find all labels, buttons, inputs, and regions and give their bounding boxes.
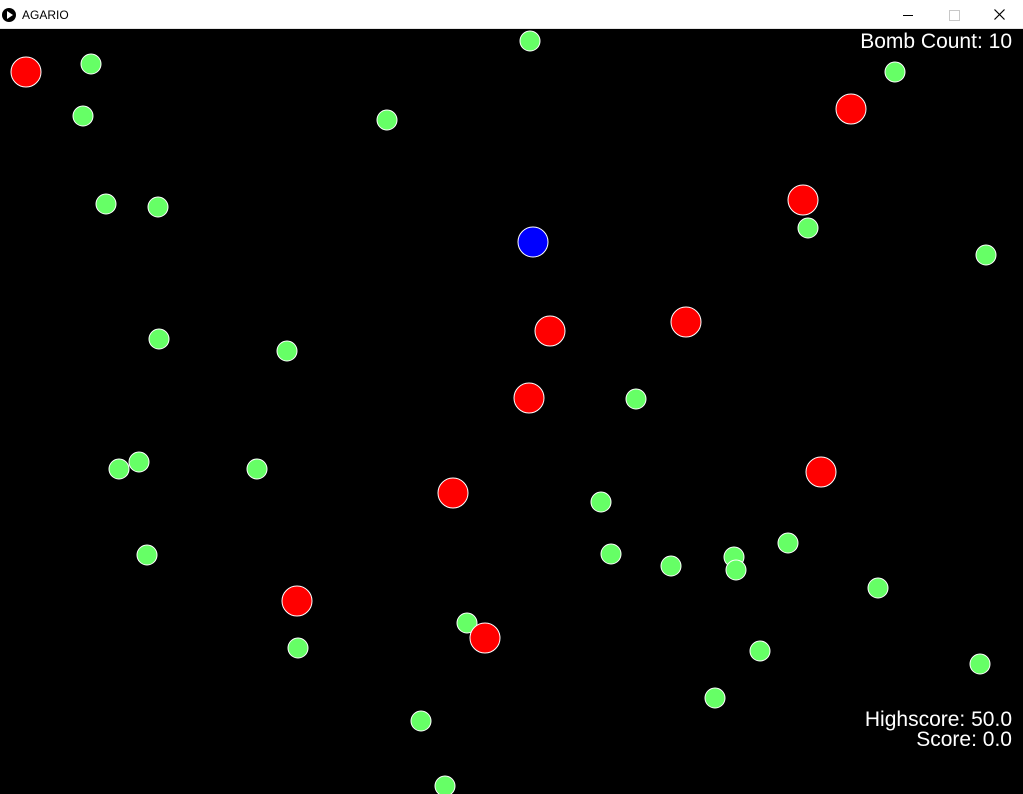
bomb-count-value: 10: [988, 30, 1012, 53]
window-title: AGARIO: [22, 8, 69, 22]
food-pellet: [376, 109, 398, 131]
game-window: AGARIO Bomb Count: 10 Highscore: 50.0 Sc…: [0, 0, 1023, 794]
food-pellet: [287, 637, 309, 659]
bomb: [10, 56, 42, 88]
close-icon: [994, 9, 1005, 20]
bomb: [437, 477, 469, 509]
bomb: [670, 306, 702, 338]
food-pellet: [600, 543, 622, 565]
bomb: [534, 315, 566, 347]
food-pellet: [136, 544, 158, 566]
maximize-button[interactable]: [931, 0, 977, 29]
bomb: [787, 184, 819, 216]
bomb-count-display: Bomb Count: 10: [860, 31, 1012, 52]
food-pellet: [797, 217, 819, 239]
food-pellet: [128, 451, 150, 473]
food-pellet: [434, 775, 456, 794]
food-pellet: [95, 193, 117, 215]
food-pellet: [72, 105, 94, 127]
bomb: [513, 382, 545, 414]
food-pellet: [704, 687, 726, 709]
bomb: [835, 93, 867, 125]
food-pellet: [867, 577, 889, 599]
bomb: [469, 622, 501, 654]
food-pellet: [625, 388, 647, 410]
food-pellet: [590, 491, 612, 513]
game-field: [10, 30, 997, 794]
food-pellet: [660, 555, 682, 577]
close-button[interactable]: [977, 0, 1023, 29]
score-display: Score: 0.0: [916, 729, 1012, 750]
player-cell: [517, 226, 549, 258]
food-pellet: [80, 53, 102, 75]
food-pellet: [749, 640, 771, 662]
food-pellet: [108, 458, 130, 480]
food-pellet: [969, 653, 991, 675]
minimize-button[interactable]: [885, 0, 931, 29]
food-pellet: [725, 559, 747, 581]
food-pellet: [519, 30, 541, 52]
processing-play-icon: [2, 8, 16, 22]
highscore-display: Highscore: 50.0: [865, 709, 1012, 730]
food-layer: [72, 30, 997, 794]
bomb: [281, 585, 313, 617]
food-pellet: [147, 196, 169, 218]
food-pellet: [246, 458, 268, 480]
player-layer: [517, 226, 549, 258]
food-pellet: [276, 340, 298, 362]
food-pellet: [975, 244, 997, 266]
score-label: Score:: [916, 728, 977, 751]
food-pellet: [148, 328, 170, 350]
bomb-count-label: Bomb Count:: [860, 30, 983, 53]
food-pellet: [410, 710, 432, 732]
food-pellet: [777, 532, 799, 554]
food-pellet: [884, 61, 906, 83]
title-bar: AGARIO: [0, 0, 1023, 29]
game-canvas[interactable]: Bomb Count: 10 Highscore: 50.0 Score: 0.…: [0, 29, 1023, 794]
score-value: 0.0: [982, 728, 1012, 751]
bomb: [805, 456, 837, 488]
